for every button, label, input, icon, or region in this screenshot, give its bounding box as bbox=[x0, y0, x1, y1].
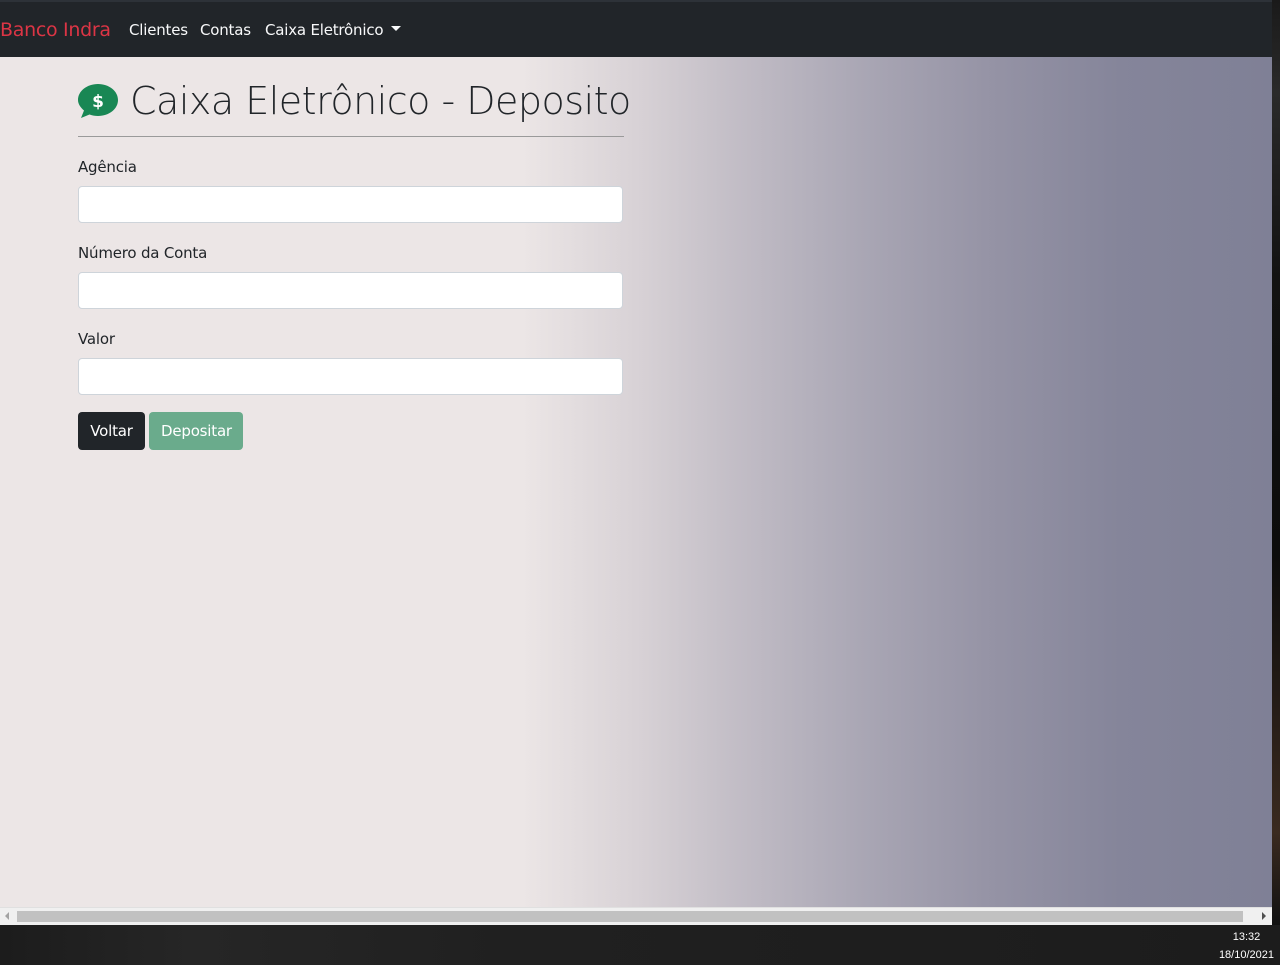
nav-clientes[interactable]: Clientes bbox=[129, 21, 188, 39]
taskbar: 13:32 18/10/2021 bbox=[0, 925, 1280, 965]
nav-caixa-label: Caixa Eletrônico bbox=[265, 21, 384, 39]
svg-text:$: $ bbox=[92, 92, 104, 112]
agencia-input[interactable] bbox=[78, 186, 623, 223]
title-row: $ Caixa Eletrônico - Deposito bbox=[78, 79, 631, 123]
clock-date: 18/10/2021 bbox=[1218, 949, 1274, 961]
top-navbar: Banco Indra Clientes Contas Caixa Eletrô… bbox=[0, 0, 1272, 57]
scroll-left-icon[interactable] bbox=[5, 912, 9, 920]
page-background bbox=[0, 57, 1272, 907]
horizontal-scrollbar[interactable] bbox=[0, 907, 1272, 925]
browser-viewport: Banco Indra Clientes Contas Caixa Eletrô… bbox=[0, 0, 1272, 907]
nav-caixa-eletronico-dropdown[interactable]: Caixa Eletrônico bbox=[265, 21, 402, 39]
agencia-label: Agência bbox=[78, 158, 137, 176]
brand-link[interactable]: Banco Indra bbox=[0, 19, 111, 41]
valor-input[interactable] bbox=[78, 358, 623, 395]
voltar-button[interactable]: Voltar bbox=[78, 412, 145, 450]
depositar-button[interactable]: Depositar bbox=[149, 412, 243, 450]
scrollbar-thumb[interactable] bbox=[17, 911, 1243, 922]
money-bubble-icon: $ bbox=[78, 83, 118, 119]
taskbar-clock[interactable]: 13:32 18/10/2021 bbox=[1219, 928, 1274, 964]
page-title: Caixa Eletrônico - Deposito bbox=[130, 79, 631, 123]
title-divider bbox=[78, 136, 624, 137]
window-edge bbox=[1272, 0, 1280, 925]
clock-time: 13:32 bbox=[1232, 931, 1261, 943]
nav-contas[interactable]: Contas bbox=[200, 21, 251, 39]
numero-conta-label: Número da Conta bbox=[78, 244, 208, 262]
valor-label: Valor bbox=[78, 330, 115, 348]
chevron-down-icon bbox=[391, 26, 402, 31]
scroll-right-icon[interactable] bbox=[1262, 912, 1266, 920]
numero-conta-input[interactable] bbox=[78, 272, 623, 309]
